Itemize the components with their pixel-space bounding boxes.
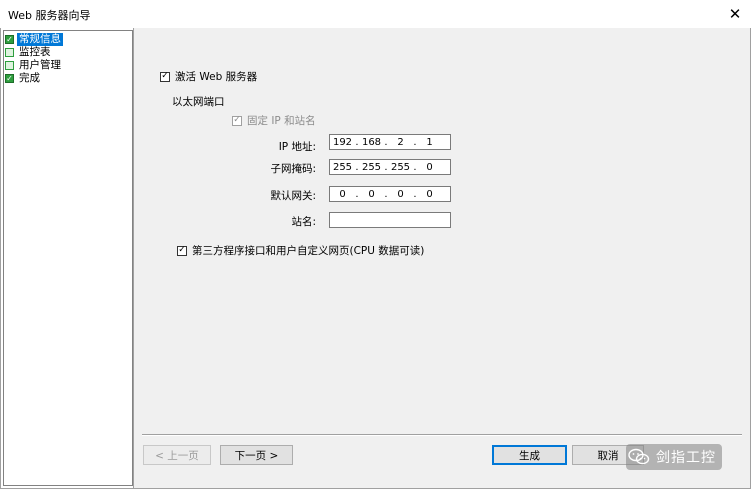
ip-octet-2: 0 (368, 188, 375, 200)
tree-item-label: 用户管理 (19, 59, 61, 71)
third-party-interface-label: 第三方程序接口和用户自定义网页(CPU 数据可读) (192, 245, 425, 257)
tree-item-label: 常规信息 (17, 33, 63, 46)
ip-octet-2: 168 (361, 136, 382, 148)
title-bar: Web 服务器向导 ✕ (0, 0, 751, 29)
subnet-mask-input[interactable]: 255 . 255 . 255 . 0 (329, 159, 451, 175)
ip-address-input[interactable]: 192 . 168 . 2 . 1 (329, 134, 451, 150)
ip-octet-1: 192 (332, 136, 353, 148)
ip-octet-2: 255 (361, 161, 382, 173)
wechat-icon (628, 448, 650, 466)
default-gateway-input[interactable]: 0 . 0 . 0 . 0 (329, 186, 451, 202)
fixed-ip-checkbox: ✓ 固定 IP 和站名 (232, 113, 316, 128)
check-mark-icon: ✓ (161, 71, 169, 81)
tree-item-user-management[interactable]: 用户管理 (5, 59, 63, 72)
watermark: 剑指工控 (626, 444, 722, 470)
ethernet-section-title: 以太网端口 (172, 96, 225, 108)
checkbox-box: ✓ (232, 115, 242, 126)
check-pending-icon (5, 61, 14, 70)
ip-octet-4: 1 (426, 136, 433, 148)
tree-item-general-info[interactable]: ✓ 常规信息 (5, 33, 63, 46)
station-name-label: 站名: (291, 216, 316, 228)
next-page-button[interactable]: 下一页 > (220, 445, 293, 465)
ip-octet-3: 2 (397, 136, 404, 148)
default-gateway-label: 默认网关: (270, 190, 316, 202)
ip-octet-1: 0 (339, 188, 346, 200)
fixed-ip-label: 固定 IP 和站名 (247, 115, 316, 127)
checkbox-box: ✓ (177, 245, 187, 256)
window-title: Web 服务器向导 (8, 9, 91, 22)
watermark-text: 剑指工控 (656, 450, 716, 466)
ip-octet-4: 0 (426, 161, 433, 173)
check-done-icon: ✓ (5, 34, 14, 44)
activate-web-server-checkbox[interactable]: ✓ 激活 Web 服务器 (160, 69, 257, 84)
ip-octet-3: 0 (397, 188, 404, 200)
checkbox-box: ✓ (160, 71, 170, 82)
close-button[interactable]: ✕ (719, 0, 751, 28)
check-done-icon: ✓ (5, 73, 14, 83)
generate-button[interactable]: 生成 (492, 445, 567, 465)
prev-page-button[interactable]: < 上一页 (143, 445, 211, 465)
check-mark-icon: ✓ (233, 115, 241, 125)
ip-octet-3: 255 (390, 161, 411, 173)
station-name-input[interactable] (329, 212, 451, 228)
check-mark-icon: ✓ (178, 245, 186, 255)
button-separator (142, 434, 742, 436)
wizard-frame: ✓ 常规信息 监控表 用户管理 ✓ 完成 ✓ 激活 Web 服务器 以太网端口 … (0, 28, 751, 489)
check-pending-icon (5, 48, 14, 57)
close-icon: ✕ (728, 5, 742, 23)
tree-item-monitor-table[interactable]: 监控表 (5, 46, 53, 59)
activate-web-server-label: 激活 Web 服务器 (175, 71, 258, 83)
tree-item-label: 完成 (19, 72, 40, 84)
subnet-mask-label: 子网掩码: (270, 163, 316, 175)
ip-address-label: IP 地址: (278, 141, 316, 153)
wizard-content: ✓ 激活 Web 服务器 以太网端口 ✓ 固定 IP 和站名 IP 地址: 19… (134, 28, 750, 488)
tree-item-label: 监控表 (19, 46, 51, 58)
ip-octet-1: 255 (332, 161, 353, 173)
third-party-interface-checkbox[interactable]: ✓ 第三方程序接口和用户自定义网页(CPU 数据可读) (177, 243, 424, 258)
wizard-steps-tree: ✓ 常规信息 监控表 用户管理 ✓ 完成 (3, 30, 133, 486)
ip-octet-4: 0 (426, 188, 433, 200)
tree-item-finish[interactable]: ✓ 完成 (5, 72, 42, 85)
